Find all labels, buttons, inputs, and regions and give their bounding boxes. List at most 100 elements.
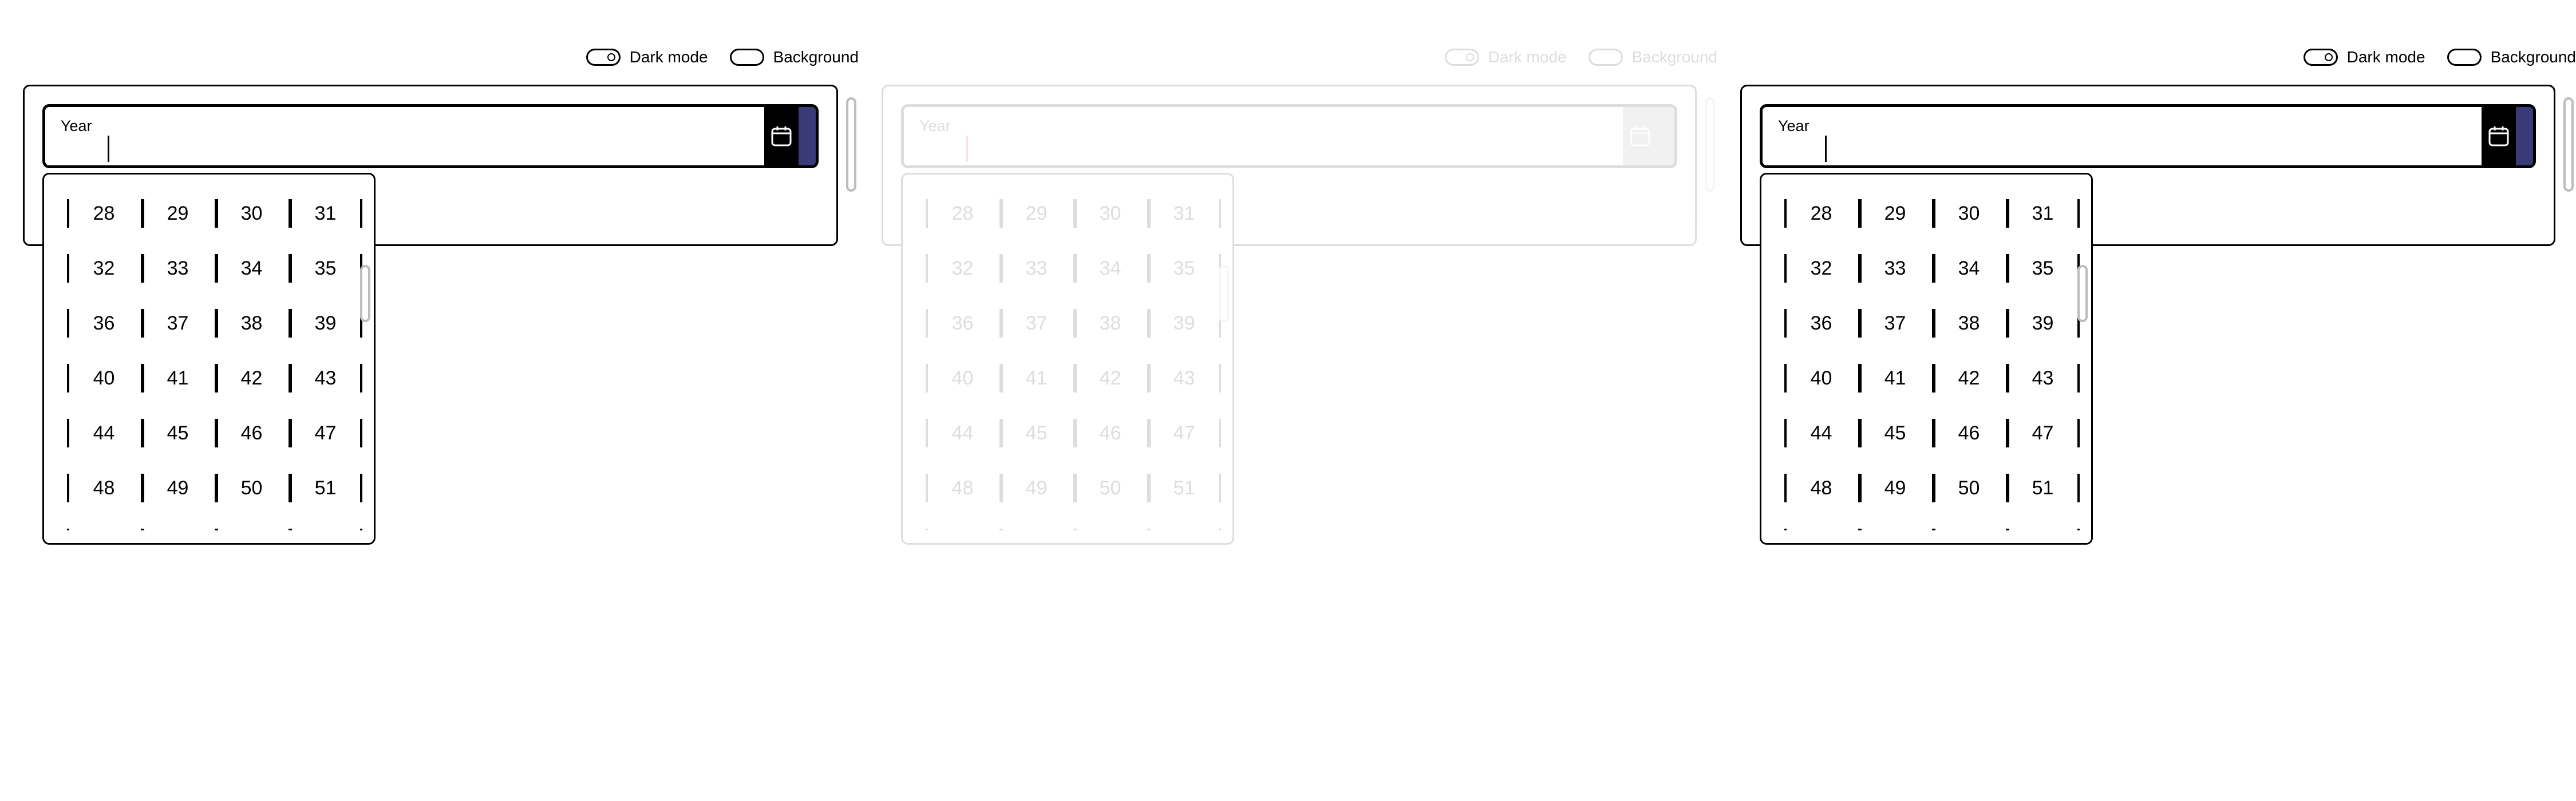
year-option[interactable]: 41 (999, 351, 1073, 406)
year-option[interactable]: 48 (926, 461, 999, 516)
year-option[interactable]: 46 (215, 406, 289, 461)
page-scrollbar[interactable] (1705, 97, 1715, 192)
year-option[interactable]: 51 (289, 461, 362, 516)
year-option[interactable]: 51 (2006, 461, 2080, 516)
page-scrollbar[interactable] (846, 97, 856, 192)
background-switch[interactable] (2447, 49, 2482, 66)
dark-mode-toggle[interactable]: Dark mode (2303, 48, 2425, 66)
year-option[interactable]: 44 (67, 406, 141, 461)
year-option[interactable]: 32 (67, 241, 141, 296)
year-option[interactable]: 44 (1784, 406, 1858, 461)
year-option[interactable]: 28 (1784, 186, 1858, 241)
year-option[interactable]: 47 (1147, 406, 1221, 461)
year-option[interactable]: 49 (141, 461, 215, 516)
year-option[interactable]: 40 (1784, 351, 1858, 406)
dropdown-scrollbar[interactable] (2077, 265, 2088, 322)
page-scrollbar[interactable] (2563, 97, 2574, 192)
background-toggle[interactable]: Background (2447, 48, 2576, 66)
dark-mode-toggle[interactable]: Dark mode (1444, 48, 1567, 66)
year-option[interactable]: 32 (926, 241, 999, 296)
year-option[interactable]: 50 (1932, 461, 2006, 516)
year-option[interactable]: 29 (999, 186, 1073, 241)
year-option[interactable]: 39 (1147, 296, 1221, 351)
year-option[interactable]: 43 (1147, 351, 1221, 406)
background-toggle[interactable]: Background (729, 48, 859, 66)
year-option[interactable]: 48 (67, 461, 141, 516)
year-option[interactable]: 35 (289, 241, 362, 296)
year-input-field[interactable]: Year (42, 104, 819, 168)
year-option[interactable]: 31 (1147, 186, 1221, 241)
year-option[interactable]: 49 (1858, 461, 1932, 516)
text-caret (966, 136, 968, 162)
year-option[interactable]: 34 (1073, 241, 1147, 296)
dropdown-scrollbar[interactable] (1219, 265, 1229, 322)
year-dropdown[interactable]: 28 29 30 31 32 33 34 35 36 37 38 39 40 41 42 43 44 45 46 47… (1760, 173, 2093, 545)
year-option[interactable]: 34 (215, 241, 289, 296)
year-option[interactable]: 37 (141, 296, 215, 351)
year-option[interactable]: 28 (67, 186, 141, 241)
year-option[interactable]: 49 (999, 461, 1073, 516)
year-input-field[interactable]: Year (901, 104, 1677, 168)
year-option[interactable]: 42 (215, 351, 289, 406)
year-option[interactable]: 45 (141, 406, 215, 461)
year-option[interactable]: 36 (67, 296, 141, 351)
year-option[interactable]: 47 (289, 406, 362, 461)
year-option[interactable]: 50 (1073, 461, 1147, 516)
year-option[interactable]: 31 (289, 186, 362, 241)
year-option[interactable]: 43 (289, 351, 362, 406)
switch-knob (1465, 53, 1474, 61)
year-option[interactable]: 41 (141, 351, 215, 406)
year-option[interactable]: 40 (926, 351, 999, 406)
year-option[interactable]: 40 (67, 351, 141, 406)
year-option[interactable]: 33 (141, 241, 215, 296)
year-option[interactable]: 35 (2006, 241, 2080, 296)
year-option[interactable]: 35 (1147, 241, 1221, 296)
year-option[interactable]: 38 (215, 296, 289, 351)
calendar-button[interactable] (1623, 107, 1674, 165)
year-option[interactable]: 30 (215, 186, 289, 241)
dark-mode-switch[interactable] (586, 49, 621, 66)
year-option[interactable]: 36 (1784, 296, 1858, 351)
year-option[interactable]: 36 (926, 296, 999, 351)
year-option[interactable]: 47 (2006, 406, 2080, 461)
background-toggle[interactable]: Background (1588, 48, 1717, 66)
year-option[interactable]: 45 (1858, 406, 1932, 461)
dark-mode-switch[interactable] (1444, 49, 1479, 66)
year-option[interactable]: 43 (2006, 351, 2080, 406)
year-option[interactable]: 39 (2006, 296, 2080, 351)
year-option[interactable]: 32 (1784, 241, 1858, 296)
year-option[interactable]: 39 (289, 296, 362, 351)
year-option[interactable]: 29 (1858, 186, 1932, 241)
year-option[interactable]: 46 (1932, 406, 2006, 461)
scroll-fade-top (903, 175, 1232, 191)
year-dropdown[interactable]: 28 29 30 31 32 33 34 35 36 37 38 39 40 41 42 43 44 45 46 47… (901, 173, 1234, 545)
background-switch[interactable] (729, 49, 764, 66)
dark-mode-switch[interactable] (2303, 49, 2338, 66)
year-option[interactable]: 29 (141, 186, 215, 241)
year-option[interactable]: 34 (1932, 241, 2006, 296)
year-dropdown[interactable]: 28 29 30 31 32 33 34 35 36 37 38 39 40 41 42 43 44 45 46 47… (42, 173, 376, 545)
year-option[interactable]: 28 (926, 186, 999, 241)
year-option[interactable]: 37 (999, 296, 1073, 351)
year-option[interactable]: 37 (1858, 296, 1932, 351)
year-option[interactable]: 48 (1784, 461, 1858, 516)
year-option[interactable]: 51 (1147, 461, 1221, 516)
year-option[interactable]: 38 (1073, 296, 1147, 351)
year-option[interactable]: 33 (999, 241, 1073, 296)
year-option[interactable]: 42 (1932, 351, 2006, 406)
year-option[interactable]: 41 (1858, 351, 1932, 406)
year-option[interactable]: 46 (1073, 406, 1147, 461)
year-option[interactable]: 31 (2006, 186, 2080, 241)
dropdown-scrollbar[interactable] (360, 265, 370, 322)
year-option[interactable]: 42 (1073, 351, 1147, 406)
dark-mode-toggle[interactable]: Dark mode (586, 48, 708, 66)
year-option[interactable]: 30 (1073, 186, 1147, 241)
year-option[interactable]: 45 (999, 406, 1073, 461)
year-option[interactable]: 30 (1932, 186, 2006, 241)
year-option[interactable]: 50 (215, 461, 289, 516)
year-option[interactable]: 33 (1858, 241, 1932, 296)
background-switch[interactable] (1588, 49, 1623, 66)
year-option[interactable]: 38 (1932, 296, 2006, 351)
year-input-field[interactable]: Year (1760, 104, 2536, 168)
year-option[interactable]: 44 (926, 406, 999, 461)
